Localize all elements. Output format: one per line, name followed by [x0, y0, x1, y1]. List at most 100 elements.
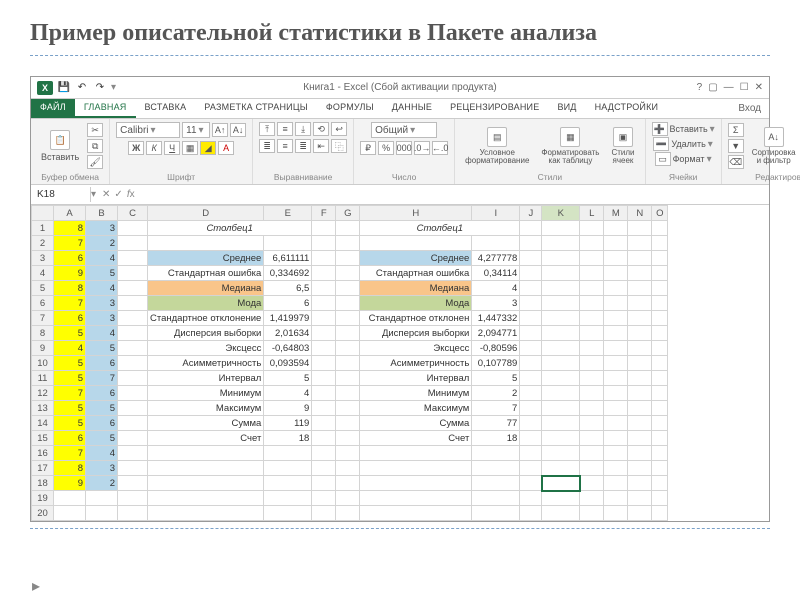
col-header-B[interactable]: B — [86, 206, 118, 221]
cell[interactable]: 6 — [54, 431, 86, 446]
cell[interactable]: Максимум — [360, 401, 472, 416]
cell[interactable]: Стандартная ошибка — [148, 266, 264, 281]
cell[interactable]: 119 — [264, 416, 312, 431]
cell[interactable] — [542, 461, 580, 476]
cell[interactable] — [264, 491, 312, 506]
cell[interactable]: 5 — [54, 416, 86, 431]
align-center-icon[interactable]: ≡ — [277, 139, 293, 153]
cell[interactable]: Стандартная ошибка — [360, 266, 472, 281]
cell[interactable] — [312, 281, 336, 296]
align-middle-icon[interactable]: ≡ — [277, 122, 293, 136]
redo-icon[interactable]: ↷ — [93, 81, 107, 95]
cell[interactable]: 18 — [264, 431, 312, 446]
col-header-L[interactable]: L — [580, 206, 604, 221]
cell[interactable] — [336, 386, 360, 401]
cell[interactable] — [542, 341, 580, 356]
underline-button[interactable]: Ч — [164, 141, 180, 155]
cell[interactable] — [54, 491, 86, 506]
cell[interactable] — [336, 476, 360, 491]
cell[interactable]: 4 — [86, 326, 118, 341]
cell[interactable] — [520, 326, 542, 341]
cell[interactable] — [580, 326, 604, 341]
cell[interactable] — [542, 281, 580, 296]
cell[interactable] — [118, 356, 148, 371]
cell[interactable] — [118, 326, 148, 341]
cell[interactable] — [604, 431, 628, 446]
cell[interactable] — [628, 251, 652, 266]
help-icon[interactable]: ? — [697, 82, 703, 93]
cell[interactable] — [520, 251, 542, 266]
cell[interactable] — [520, 371, 542, 386]
cell[interactable]: 6,611111 — [264, 251, 312, 266]
row-header[interactable]: 7 — [32, 311, 54, 326]
cell[interactable] — [264, 506, 312, 521]
cell[interactable]: 5 — [264, 371, 312, 386]
cell[interactable] — [628, 281, 652, 296]
cell[interactable] — [264, 446, 312, 461]
cell[interactable] — [652, 311, 668, 326]
col-header-O[interactable]: O — [652, 206, 668, 221]
row-header[interactable]: 2 — [32, 236, 54, 251]
cell[interactable]: Асимметричность — [148, 356, 264, 371]
delete-cells-button[interactable]: ➖Удалить▾ — [653, 137, 712, 151]
cell[interactable] — [336, 401, 360, 416]
cell[interactable]: 9 — [264, 401, 312, 416]
cell[interactable] — [472, 476, 520, 491]
decrease-indent-icon[interactable]: ⇤ — [313, 139, 329, 153]
cell[interactable] — [312, 371, 336, 386]
cell[interactable] — [336, 341, 360, 356]
orientation-icon[interactable]: ⟲ — [313, 122, 329, 136]
cell[interactable] — [520, 416, 542, 431]
cell[interactable]: 2 — [86, 476, 118, 491]
cell[interactable] — [118, 251, 148, 266]
col-header-A[interactable]: A — [54, 206, 86, 221]
cell[interactable] — [118, 386, 148, 401]
number-format-select[interactable]: Общий ▾ — [371, 122, 437, 138]
cell[interactable]: Эксцесс — [148, 341, 264, 356]
cell[interactable] — [148, 236, 264, 251]
cell[interactable] — [604, 476, 628, 491]
cell[interactable] — [542, 221, 580, 236]
cell[interactable] — [520, 221, 542, 236]
cell[interactable] — [580, 266, 604, 281]
cell[interactable] — [520, 266, 542, 281]
cell[interactable] — [520, 506, 542, 521]
cell[interactable]: 0,093594 — [264, 356, 312, 371]
col-header-G[interactable]: G — [336, 206, 360, 221]
tab-вставка[interactable]: ВСТАВКА — [136, 99, 196, 118]
border-button[interactable]: ▦ — [182, 141, 198, 155]
cell[interactable] — [312, 506, 336, 521]
cell[interactable]: Стандартное отклонен — [360, 311, 472, 326]
decrease-decimal-icon[interactable]: ←.0 — [432, 141, 448, 155]
cell[interactable]: 9 — [54, 476, 86, 491]
cell[interactable]: 2 — [86, 236, 118, 251]
row-header[interactable]: 11 — [32, 371, 54, 386]
close-icon[interactable]: ✕ — [755, 82, 763, 93]
cell[interactable] — [360, 236, 472, 251]
cell[interactable] — [652, 401, 668, 416]
cell[interactable] — [628, 236, 652, 251]
row-header[interactable]: 20 — [32, 506, 54, 521]
cell[interactable] — [604, 221, 628, 236]
cell[interactable] — [628, 311, 652, 326]
cell[interactable] — [542, 236, 580, 251]
cell[interactable]: 0,334692 — [264, 266, 312, 281]
cell[interactable] — [652, 281, 668, 296]
cell[interactable] — [472, 491, 520, 506]
cell[interactable] — [542, 386, 580, 401]
col-header-C[interactable]: C — [118, 206, 148, 221]
cell[interactable]: Интервал — [148, 371, 264, 386]
cell[interactable] — [312, 251, 336, 266]
cell[interactable] — [336, 281, 360, 296]
row-header[interactable]: 16 — [32, 446, 54, 461]
cell[interactable]: 6 — [54, 251, 86, 266]
cell[interactable] — [312, 461, 336, 476]
row-header[interactable]: 1 — [32, 221, 54, 236]
cell[interactable] — [336, 236, 360, 251]
cell[interactable] — [312, 341, 336, 356]
cell[interactable]: Счет — [360, 431, 472, 446]
cell[interactable] — [580, 476, 604, 491]
cell[interactable] — [542, 311, 580, 326]
cell[interactable] — [312, 311, 336, 326]
cell[interactable] — [652, 431, 668, 446]
